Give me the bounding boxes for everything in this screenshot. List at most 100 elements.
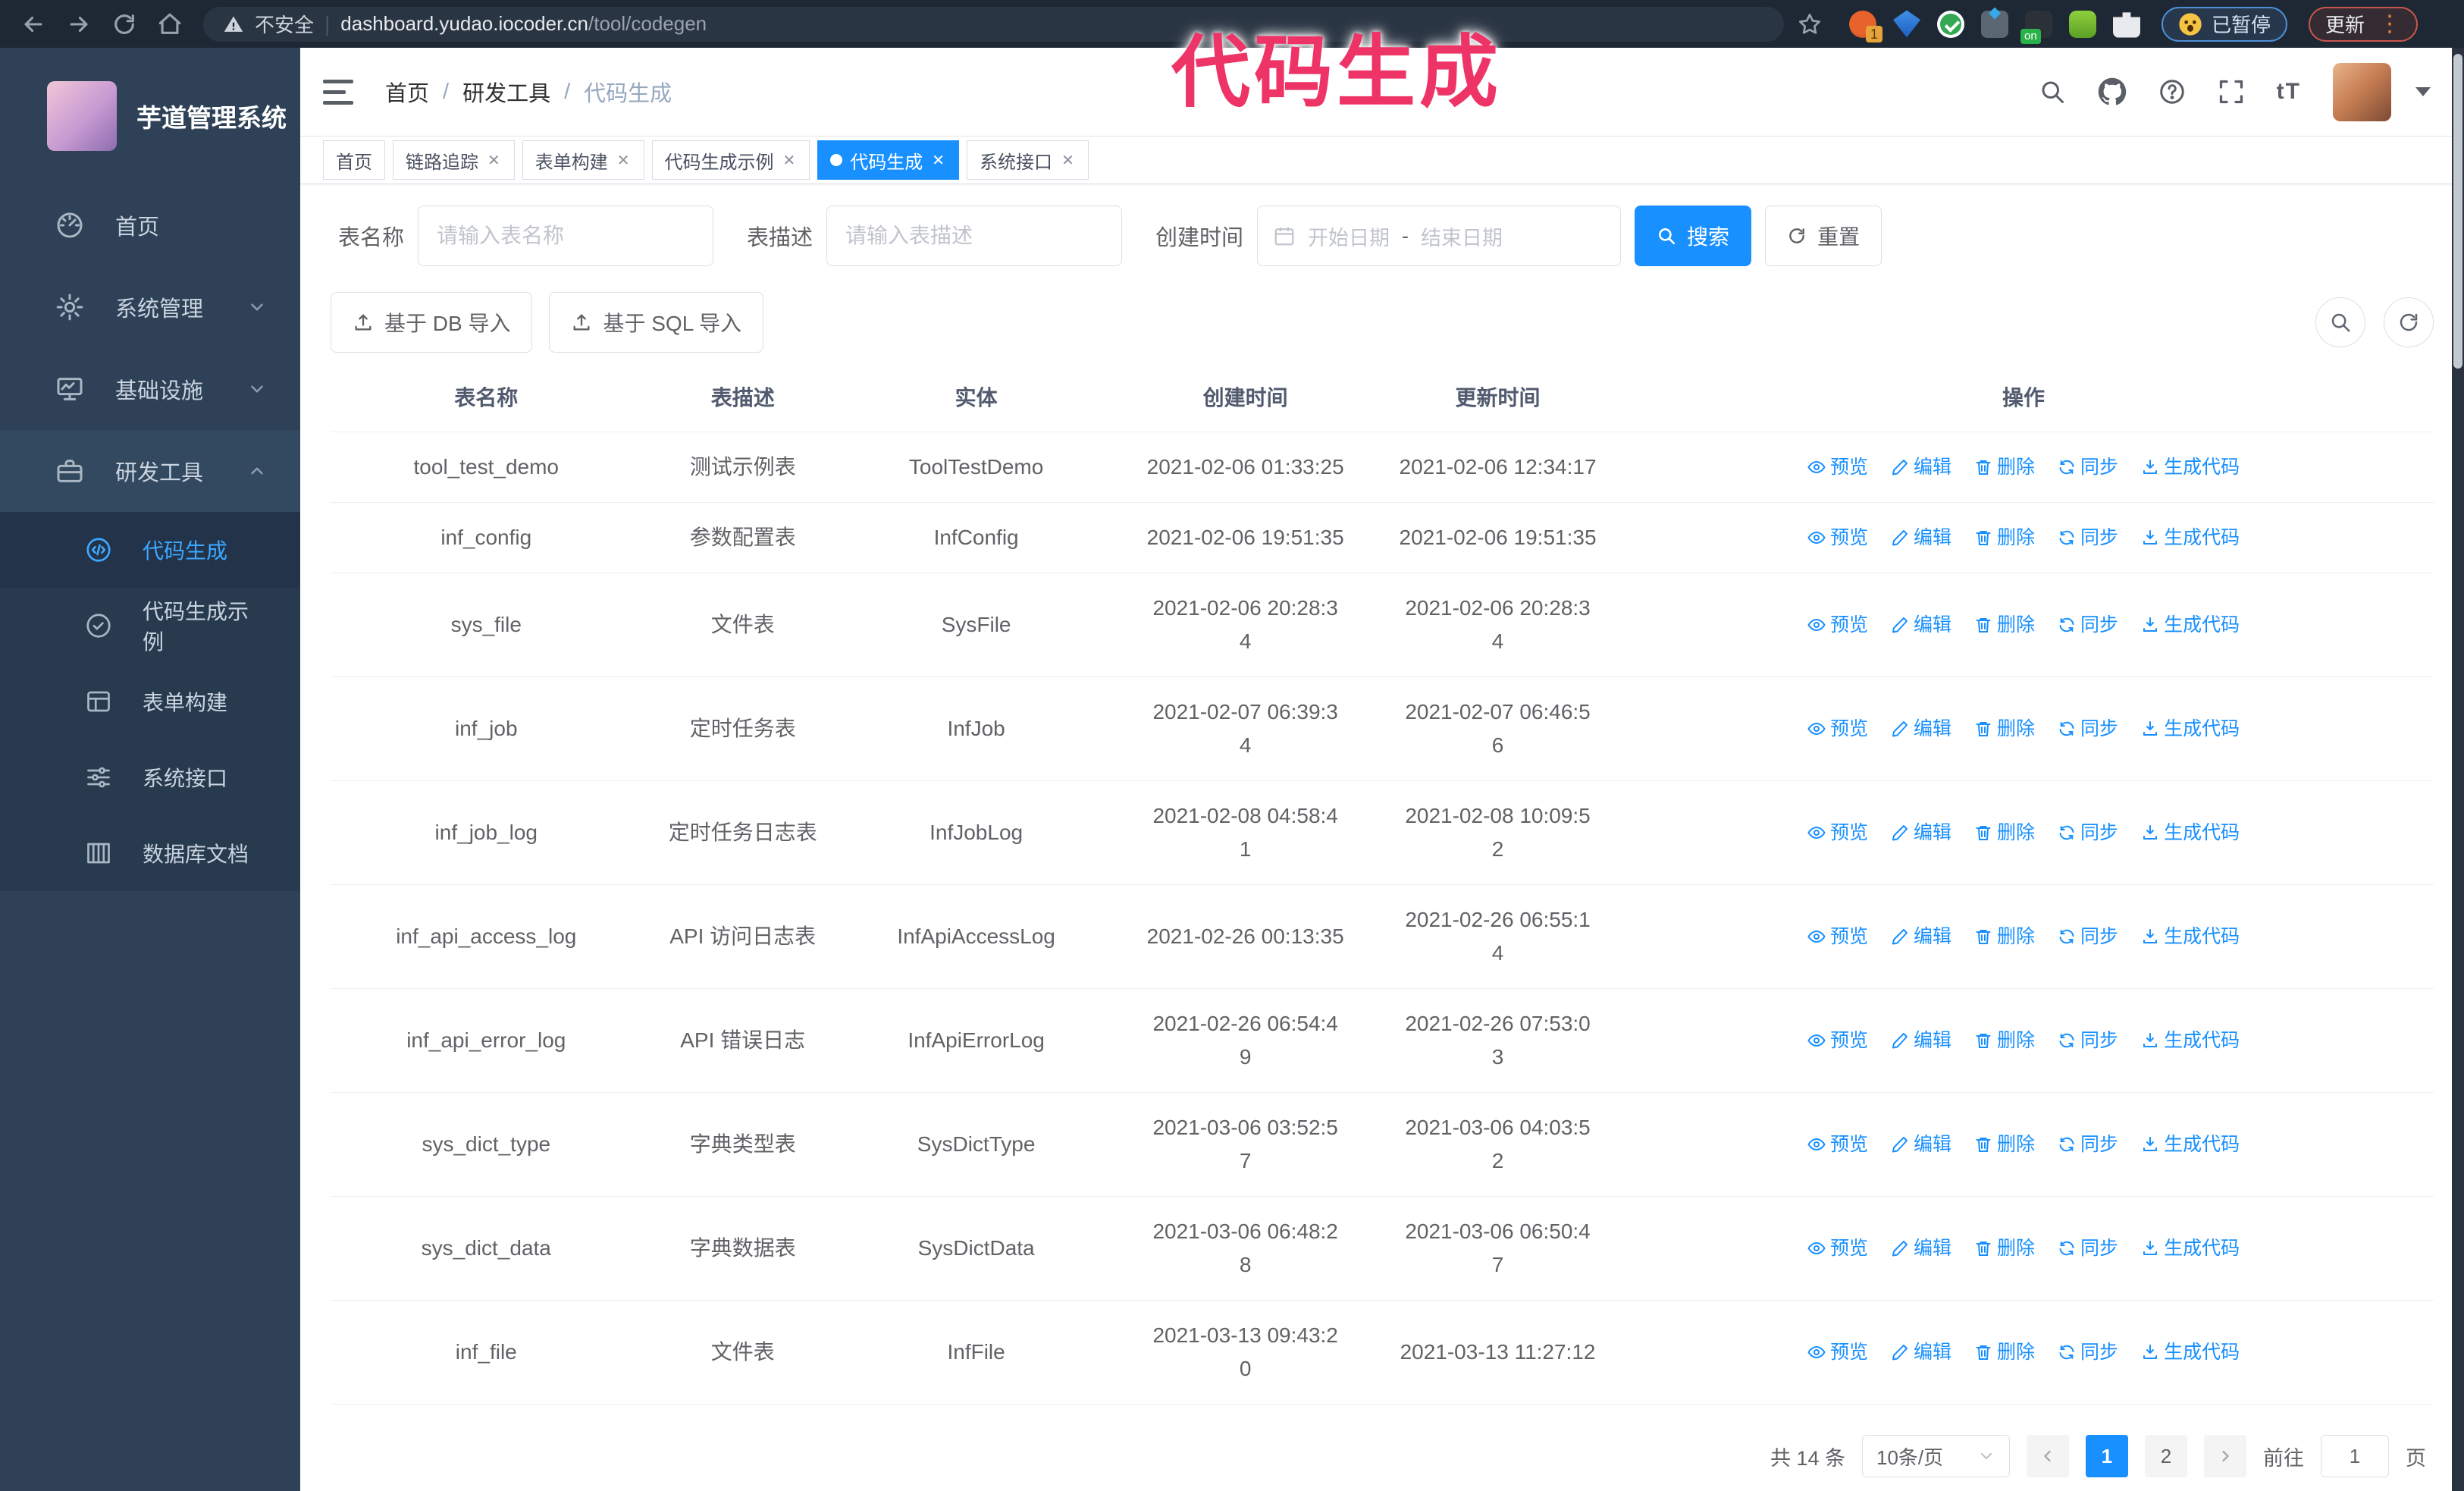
tag[interactable]: 首页 (323, 140, 385, 180)
end-date-placeholder[interactable]: 结束日期 (1421, 221, 1503, 251)
sidebar-item-devtools[interactable]: 研发工具 (0, 430, 300, 512)
sidebar-item-infra[interactable]: 基础设施 (0, 348, 300, 430)
sidebar-item-system[interactable]: 系统管理 (0, 266, 300, 348)
edit-link[interactable]: 编辑 (1891, 1128, 1951, 1161)
tag[interactable]: 系统接口 ✕ (967, 140, 1089, 180)
update-button[interactable]: 更新 ⋮ (2309, 6, 2419, 42)
import-sql-button[interactable]: 基于 SQL 导入 (549, 292, 764, 353)
refresh-table-button[interactable] (2384, 297, 2434, 347)
sync-link[interactable]: 同步 (2058, 521, 2118, 554)
edit-link[interactable]: 编辑 (1891, 920, 1951, 953)
search-button[interactable]: 搜索 (1635, 206, 1752, 266)
breadcrumb-devtools[interactable]: 研发工具 (462, 76, 550, 108)
tag[interactable]: 链路追踪 ✕ (393, 140, 515, 180)
tag[interactable]: 代码生成 ✕ (817, 140, 960, 180)
delete-link[interactable]: 删除 (1974, 1336, 2035, 1369)
paused-chip[interactable]: 已暂停 (2161, 6, 2288, 42)
github-icon[interactable] (2098, 77, 2127, 106)
goto-page-input[interactable] (2321, 1435, 2389, 1477)
preview-link[interactable]: 预览 (1807, 816, 1868, 849)
preview-link[interactable]: 预览 (1807, 712, 1868, 746)
close-icon[interactable]: ✕ (782, 151, 798, 170)
close-icon[interactable]: ✕ (486, 151, 502, 170)
generate-code-link[interactable]: 生成代码 (2141, 1128, 2240, 1161)
extension-icon[interactable] (2069, 10, 2096, 38)
edit-link[interactable]: 编辑 (1891, 608, 1951, 642)
tag[interactable]: 表单构建 ✕ (522, 140, 644, 180)
extensions-puzzle-icon[interactable] (2113, 12, 2140, 38)
logo[interactable]: 芋道管理系统 (0, 48, 300, 184)
sync-link[interactable]: 同步 (2058, 920, 2118, 953)
tag[interactable]: 代码生成示例 ✕ (651, 140, 810, 180)
sidebar-item-db-doc[interactable]: 数据库文档 (0, 815, 300, 891)
start-date-placeholder[interactable]: 开始日期 (1308, 221, 1390, 251)
generate-code-link[interactable]: 生成代码 (2141, 521, 2240, 554)
prev-page-button[interactable] (2027, 1435, 2069, 1477)
delete-link[interactable]: 删除 (1974, 1128, 2035, 1161)
page-button-2[interactable]: 2 (2145, 1435, 2187, 1477)
back-icon[interactable] (14, 5, 53, 44)
next-page-button[interactable] (2204, 1435, 2246, 1477)
search-icon[interactable] (2039, 78, 2066, 105)
page-button-1[interactable]: 1 (2086, 1435, 2128, 1477)
delete-link[interactable]: 删除 (1974, 450, 2035, 484)
close-icon[interactable]: ✕ (616, 151, 632, 170)
toggle-search-button[interactable] (2315, 297, 2365, 347)
extension-icon[interactable] (1893, 10, 1920, 38)
preview-link[interactable]: 预览 (1807, 1336, 1868, 1369)
generate-code-link[interactable]: 生成代码 (2141, 450, 2240, 484)
import-db-button[interactable]: 基于 DB 导入 (331, 292, 533, 353)
reset-button[interactable]: 重置 (1765, 206, 1882, 266)
preview-link[interactable]: 预览 (1807, 1128, 1868, 1161)
sidebar-item-codegen-example[interactable]: 代码生成示例 (0, 588, 300, 664)
home-icon[interactable] (150, 5, 190, 44)
generate-code-link[interactable]: 生成代码 (2141, 1336, 2240, 1369)
delete-link[interactable]: 删除 (1974, 920, 2035, 953)
table-desc-input[interactable] (826, 206, 1123, 266)
sync-link[interactable]: 同步 (2058, 1336, 2118, 1369)
generate-code-link[interactable]: 生成代码 (2141, 1024, 2240, 1057)
sync-link[interactable]: 同步 (2058, 712, 2118, 746)
font-size-icon[interactable]: tT (2277, 79, 2301, 105)
delete-link[interactable]: 删除 (1974, 1024, 2035, 1057)
sync-link[interactable]: 同步 (2058, 608, 2118, 642)
help-icon[interactable] (2158, 78, 2186, 105)
close-icon[interactable]: ✕ (930, 151, 946, 170)
generate-code-link[interactable]: 生成代码 (2141, 712, 2240, 746)
reload-icon[interactable] (105, 5, 144, 44)
sync-link[interactable]: 同步 (2058, 450, 2118, 484)
extension-icon[interactable]: on (2020, 10, 2052, 44)
delete-link[interactable]: 删除 (1974, 712, 2035, 746)
generate-code-link[interactable]: 生成代码 (2141, 920, 2240, 953)
preview-link[interactable]: 预览 (1807, 1024, 1868, 1057)
forward-icon[interactable] (59, 5, 99, 44)
edit-link[interactable]: 编辑 (1891, 816, 1951, 849)
extension-icon[interactable] (1937, 10, 1964, 38)
sync-link[interactable]: 同步 (2058, 1024, 2118, 1057)
address-bar[interactable]: 不安全 | dashboard.yudao.iocoder.cn/tool/co… (203, 6, 1784, 42)
preview-link[interactable]: 预览 (1807, 608, 1868, 642)
edit-link[interactable]: 编辑 (1891, 1024, 1951, 1057)
scrollbar[interactable] (2452, 48, 2464, 1491)
scrollbar-thumb[interactable] (2453, 54, 2462, 369)
extension-icon[interactable] (1981, 10, 2008, 38)
close-icon[interactable]: ✕ (1060, 151, 1076, 170)
preview-link[interactable]: 预览 (1807, 450, 1868, 484)
sidebar-item-home[interactable]: 首页 (0, 184, 300, 266)
edit-link[interactable]: 编辑 (1891, 1232, 1951, 1265)
delete-link[interactable]: 删除 (1974, 1232, 2035, 1265)
edit-link[interactable]: 编辑 (1891, 712, 1951, 746)
sidebar-item-codegen[interactable]: 代码生成 (0, 512, 300, 588)
generate-code-link[interactable]: 生成代码 (2141, 816, 2240, 849)
breadcrumb-home[interactable]: 首页 (385, 76, 429, 108)
page-size-select[interactable]: 10条/页 (1862, 1435, 2010, 1477)
date-range-picker[interactable]: 开始日期 - 结束日期 (1257, 206, 1622, 266)
generate-code-link[interactable]: 生成代码 (2141, 1232, 2240, 1265)
preview-link[interactable]: 预览 (1807, 1232, 1868, 1265)
preview-link[interactable]: 预览 (1807, 920, 1868, 953)
user-avatar[interactable] (2333, 62, 2391, 121)
bookmark-star-icon[interactable] (1790, 5, 1829, 44)
hamburger-icon[interactable] (323, 74, 359, 110)
edit-link[interactable]: 编辑 (1891, 1336, 1951, 1369)
caret-down-icon[interactable] (2415, 87, 2431, 96)
